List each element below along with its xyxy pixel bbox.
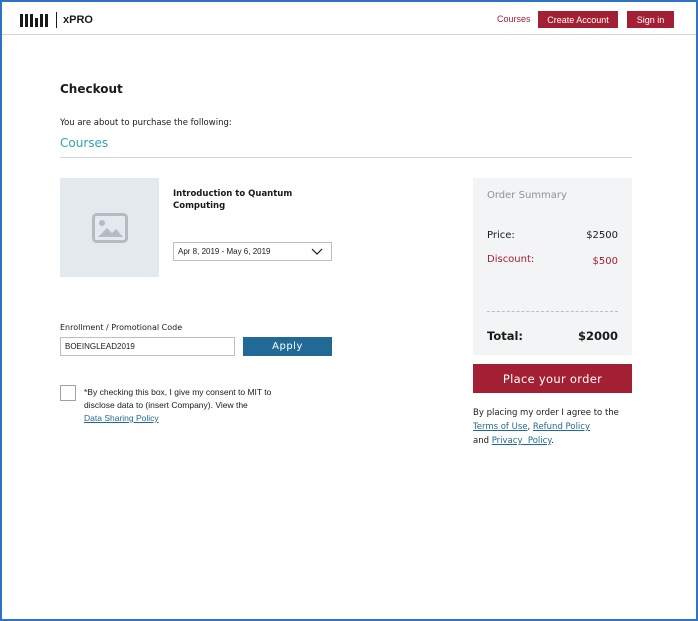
create-account-button[interactable]: Create Account — [538, 11, 618, 28]
sign-in-button[interactable]: Sign in — [627, 11, 674, 28]
agreement-prefix: By placing my order I agree to the — [473, 408, 619, 418]
total-row: Total: $2000 — [487, 329, 618, 343]
summary-divider — [487, 311, 618, 312]
promo-code-label: Enrollment / Promotional Code — [60, 323, 183, 332]
refund-policy-link[interactable]: Refund Policy — [533, 422, 590, 432]
terms-of-use-link[interactable]: Terms of Use — [473, 422, 528, 432]
total-label: Total: — [487, 329, 524, 343]
page-title: Checkout — [60, 82, 123, 96]
logo-divider — [56, 12, 57, 28]
order-summary-panel: Order Summary Price: $2500 Discount: $50… — [473, 178, 632, 355]
discount-label: Discount: — [487, 254, 535, 265]
consent-message: *By checking this box, I give my consent… — [84, 387, 272, 410]
date-range-value: Apr 8, 2019 - May 6, 2019 — [178, 247, 271, 256]
discount-value: $500 — [592, 256, 618, 267]
order-summary-title: Order Summary — [487, 190, 567, 201]
header: xPRO Courses Create Account Sign in — [2, 2, 696, 35]
mit-logo[interactable]: xPRO — [20, 12, 93, 28]
mit-logo-mark — [20, 13, 48, 27]
section-divider — [60, 157, 632, 158]
apply-button[interactable]: Apply — [243, 337, 332, 356]
consent-checkbox[interactable] — [60, 385, 76, 401]
brand-name: xPRO — [63, 14, 93, 26]
agreement-and: and — [473, 436, 489, 446]
price-value: $2500 — [586, 230, 618, 241]
page-subtitle: You are about to purchase the following: — [60, 118, 232, 128]
course-thumbnail — [60, 178, 159, 277]
chevron-down-icon — [311, 248, 323, 255]
data-sharing-policy-link[interactable]: Data Sharing Policy — [84, 413, 159, 423]
price-label: Price: — [487, 230, 515, 241]
promo-code-input[interactable] — [60, 337, 235, 356]
date-range-select[interactable]: Apr 8, 2019 - May 6, 2019 — [173, 242, 332, 261]
place-order-button[interactable]: Place your order — [473, 364, 632, 393]
section-heading: Courses — [60, 136, 109, 150]
course-name: Introduction to Quantum Computing — [173, 189, 293, 211]
discount-row: Discount: $500 — [487, 254, 618, 267]
courses-link[interactable]: Courses — [497, 14, 531, 24]
order-agreement-text: By placing my order I agree to the Terms… — [473, 408, 619, 446]
image-placeholder-icon — [91, 212, 128, 243]
privacy-policy-link[interactable]: Privacy Policy — [492, 436, 551, 446]
consent-text: *By checking this box, I give my consent… — [84, 386, 299, 425]
total-value: $2000 — [577, 329, 618, 343]
price-row: Price: $2500 — [487, 230, 618, 241]
